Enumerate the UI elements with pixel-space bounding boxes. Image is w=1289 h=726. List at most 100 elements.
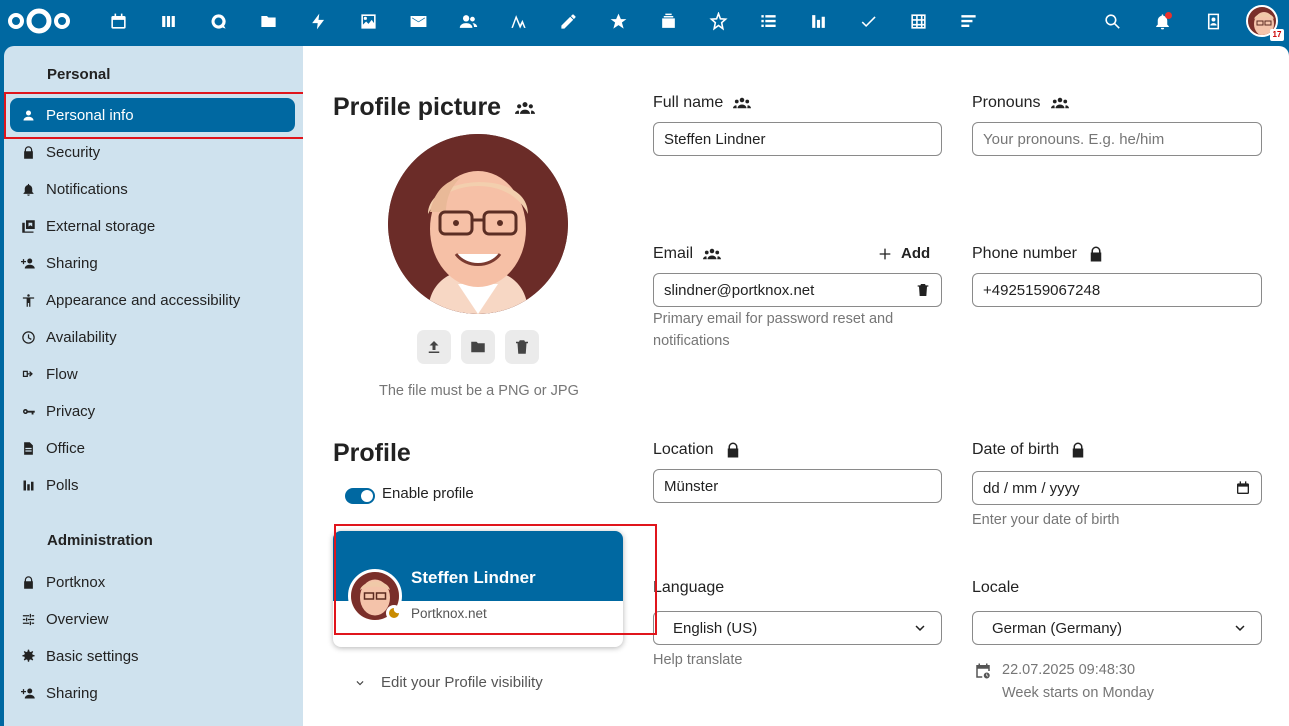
- document-icon: [10, 441, 46, 456]
- location-input[interactable]: Münster: [653, 469, 942, 503]
- tasks-icon[interactable]: [748, 0, 788, 42]
- calendar-icon[interactable]: [98, 0, 138, 42]
- notification-dot: [1165, 12, 1172, 19]
- lock-icon[interactable]: [1069, 441, 1087, 459]
- calendar-icon[interactable]: [1235, 480, 1251, 496]
- sidebar-item-label: Flow: [46, 365, 78, 383]
- federation-icon[interactable]: [703, 245, 722, 263]
- locale-select[interactable]: German (Germany): [972, 611, 1262, 645]
- poll-icon: [10, 478, 46, 493]
- lock-icon[interactable]: [724, 441, 742, 459]
- notes-icon[interactable]: [548, 0, 588, 42]
- language-select[interactable]: English (US): [653, 611, 942, 645]
- federation-icon[interactable]: [515, 98, 536, 118]
- activity-icon[interactable]: [298, 0, 338, 42]
- profile-avatar: [388, 134, 568, 314]
- bell-icon[interactable]: [1142, 0, 1182, 42]
- lock-icon[interactable]: [1087, 245, 1105, 263]
- sidebar-item-sharing[interactable]: Sharing: [10, 246, 295, 280]
- pronouns-label: Pronouns: [972, 94, 1069, 112]
- sidebar-item-external-storage[interactable]: External storage: [10, 209, 295, 243]
- photos-icon[interactable]: [348, 0, 388, 42]
- enable-profile-toggle[interactable]: [345, 488, 375, 504]
- mail-icon[interactable]: [398, 0, 438, 42]
- sidebar-item-availability[interactable]: Availability: [10, 320, 295, 354]
- tune-icon: [10, 612, 46, 627]
- forms-icon[interactable]: [948, 0, 988, 42]
- key-icon: [10, 404, 46, 419]
- locale-label: Locale: [972, 579, 1020, 596]
- share-icon: [10, 256, 46, 271]
- pronouns-input[interactable]: Your pronouns. E.g. he/him: [972, 122, 1262, 156]
- date-of-birth-label: Date of birth: [972, 441, 1087, 459]
- sidebar-item-appearance[interactable]: Appearance and accessibility: [10, 283, 295, 317]
- federation-icon[interactable]: [733, 94, 752, 112]
- sidebar-item-flow[interactable]: Flow: [10, 357, 295, 391]
- flow-icon: [10, 367, 46, 382]
- sidebar-item-portknox[interactable]: Portknox: [10, 565, 295, 599]
- email-label: Email: [653, 245, 722, 263]
- calendar-badge: 17: [1270, 29, 1284, 41]
- phone-input[interactable]: +4925159067248: [972, 273, 1262, 307]
- choose-from-files-button[interactable]: [461, 330, 495, 364]
- sidebar-item-label: Polls: [46, 476, 79, 494]
- analytics-icon[interactable]: [498, 0, 538, 42]
- full-name-input[interactable]: Steffen Lindner: [653, 122, 942, 156]
- help-translate-link[interactable]: Help translate: [653, 649, 742, 671]
- sidebar-item-security[interactable]: Security: [10, 135, 295, 169]
- upload-icon: [428, 341, 440, 353]
- sidebar-item-office[interactable]: Office: [10, 431, 295, 465]
- add-email-button[interactable]: Add: [877, 245, 930, 262]
- federation-icon[interactable]: [1050, 94, 1069, 112]
- sidebar-item-notifications[interactable]: Notifications: [10, 172, 295, 206]
- clock-icon: [10, 330, 46, 345]
- storage-icon: [10, 219, 46, 234]
- sidebar-item-overview[interactable]: Overview: [10, 602, 295, 636]
- sidebar-item-privacy[interactable]: Privacy: [10, 394, 295, 428]
- profile-heading: Profile: [333, 439, 411, 467]
- picture-format-hint: The file must be a PNG or JPG: [379, 383, 579, 399]
- sidebar-item-label: External storage: [46, 217, 156, 235]
- files-icon[interactable]: [248, 0, 288, 42]
- date-of-birth-hint: Enter your date of birth: [972, 512, 1120, 528]
- date-of-birth-input[interactable]: dd / mm / yyyy: [972, 471, 1262, 505]
- sidebar-item-label: Portknox: [46, 573, 106, 591]
- talk-icon[interactable]: [198, 0, 238, 42]
- starred-icon[interactable]: [598, 0, 638, 42]
- sidebar-item-label: Overview: [46, 610, 109, 628]
- sidebar-item-label: Privacy: [46, 402, 96, 420]
- contacts-icon[interactable]: [448, 0, 488, 42]
- gear-icon: [10, 649, 46, 664]
- polls-icon[interactable]: [798, 0, 838, 42]
- email-input[interactable]: slindner@portknox.net: [653, 273, 942, 307]
- sidebar-item-label: Basic settings: [46, 647, 139, 665]
- contacts-menu-icon[interactable]: [1193, 0, 1233, 42]
- remove-picture-button[interactable]: [505, 330, 539, 364]
- sidebar-item-label: Sharing: [46, 254, 98, 272]
- week-start-info: Week starts on Monday: [1002, 685, 1155, 701]
- profile-picture-title: Profile picture: [333, 93, 502, 121]
- edit-profile-visibility-button[interactable]: Edit your Profile visibility: [353, 674, 543, 691]
- chevron-down-icon: [356, 680, 364, 685]
- sidebar-item-polls[interactable]: Polls: [10, 468, 295, 502]
- sidebar-item-label: Office: [46, 439, 85, 457]
- sidebar-item-admin-sharing[interactable]: Sharing: [10, 676, 295, 710]
- lock-icon: [10, 575, 46, 590]
- profile-picture-heading: Profile picture: [333, 93, 536, 122]
- accessibility-icon: [10, 293, 46, 308]
- checkmark-icon[interactable]: [848, 0, 888, 42]
- locale-datetime: 22.07.2025 09:48:30: [1002, 662, 1136, 678]
- personal-info-highlight: [4, 92, 308, 139]
- sidebar-item-basic-settings[interactable]: Basic settings: [10, 639, 295, 673]
- email-hint: Primary email for password reset and not…: [653, 311, 894, 349]
- deck-icon[interactable]: [148, 0, 188, 42]
- language-label: Language: [653, 579, 725, 596]
- search-icon[interactable]: [1092, 0, 1132, 42]
- nextcloud-logo-icon[interactable]: [6, 6, 72, 36]
- spreed-icon[interactable]: [698, 0, 738, 42]
- tables-icon[interactable]: [898, 0, 938, 42]
- trash-icon[interactable]: [915, 282, 931, 298]
- sidebar-item-label: Availability: [46, 328, 117, 346]
- stack-icon[interactable]: [648, 0, 688, 42]
- upload-button[interactable]: [417, 330, 451, 364]
